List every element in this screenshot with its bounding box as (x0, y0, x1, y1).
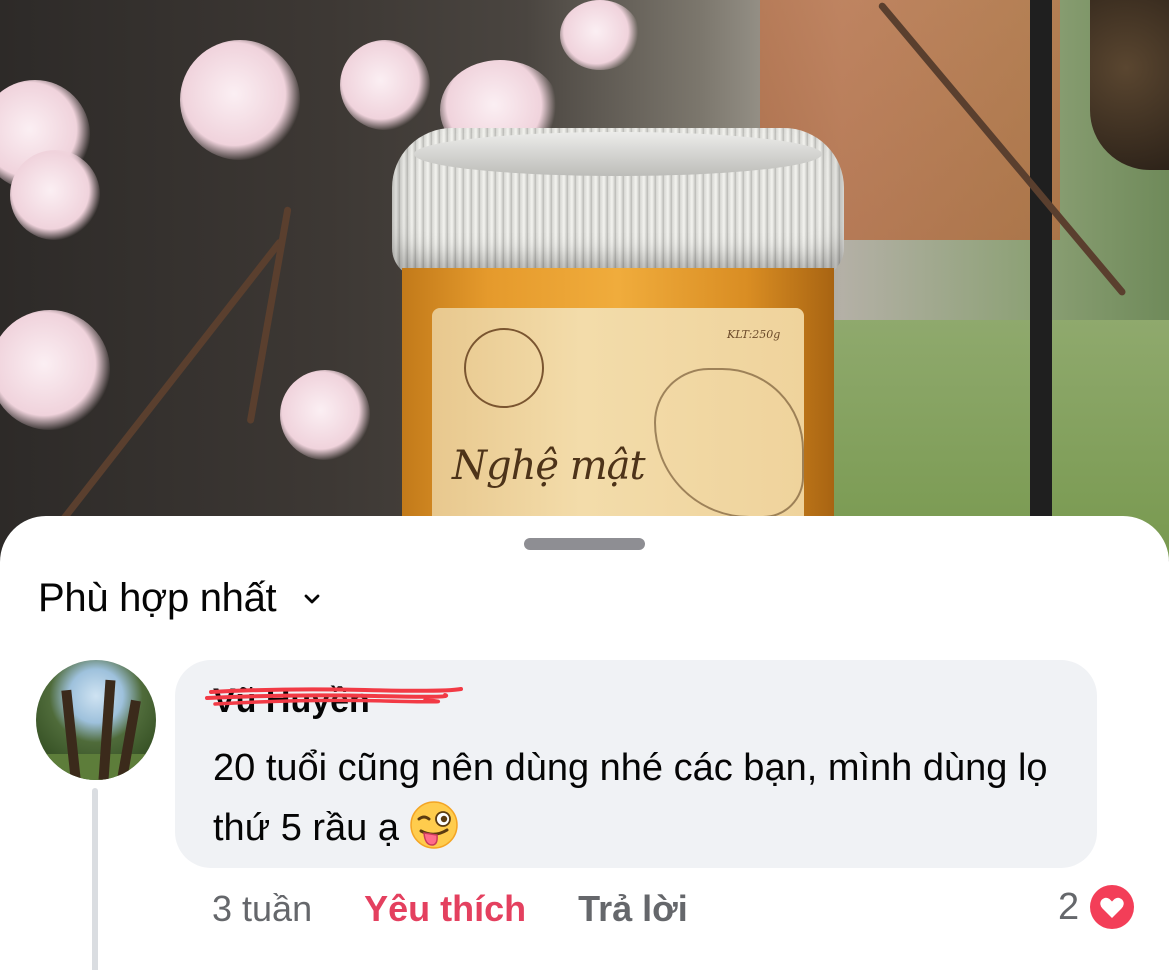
like-button[interactable]: Yêu thích (364, 888, 526, 930)
heart-reaction-icon (1087, 882, 1138, 932)
comment-body: 20 tuổi cũng nên dùng nhé các bạn, mình … (213, 747, 1048, 849)
honey-jar: KLT:250g Nghệ mật (392, 128, 844, 560)
jar-logo (464, 328, 544, 408)
sort-dropdown[interactable]: Phù hợp nhất (38, 576, 322, 621)
comment-timestamp: 3 tuần (212, 888, 313, 929)
blossom-flower (180, 40, 300, 160)
blossom-flower (0, 310, 110, 430)
avatar-ground (36, 754, 156, 780)
jar-brand-text: Nghệ mật (452, 443, 646, 489)
background-photo: KLT:250g Nghệ mật (0, 0, 1169, 560)
background-tree-trunk (1090, 0, 1169, 170)
blossom-flower (560, 0, 640, 70)
reaction-count: 2 (1058, 885, 1080, 928)
chevron-down-icon (302, 589, 322, 609)
blossom-branch (246, 206, 292, 425)
blossom-flower (10, 150, 100, 240)
blossom-flower (340, 40, 430, 130)
blossom-flower (280, 370, 370, 460)
comments-sheet: Phù hợp nhất Vũ Huyền 20 tuổi cũng nên d… (0, 516, 1169, 970)
sort-label: Phù hợp nhất (38, 576, 277, 620)
comment-text: 20 tuổi cũng nên dùng nhé các bạn, mình … (213, 738, 1073, 858)
comment-bubble[interactable]: Vũ Huyền 20 tuổi cũng nên dùng nhé các b… (175, 660, 1097, 868)
commenter-avatar[interactable] (36, 660, 156, 780)
background-pole (1030, 0, 1052, 560)
reaction-summary[interactable]: 2 (1058, 882, 1138, 932)
comment-author[interactable]: Vũ Huyền (213, 682, 370, 721)
comment-actions: 3 tuần Yêu thích Trả lời (212, 886, 688, 932)
reply-button[interactable]: Trả lời (578, 888, 688, 930)
reply-thread-line (92, 788, 98, 970)
jar-lid-top (414, 132, 822, 176)
jar-net-weight: KLT:250g (727, 328, 781, 341)
winking-face-with-tongue-icon (409, 800, 459, 850)
sheet-drag-handle[interactable] (524, 538, 645, 550)
